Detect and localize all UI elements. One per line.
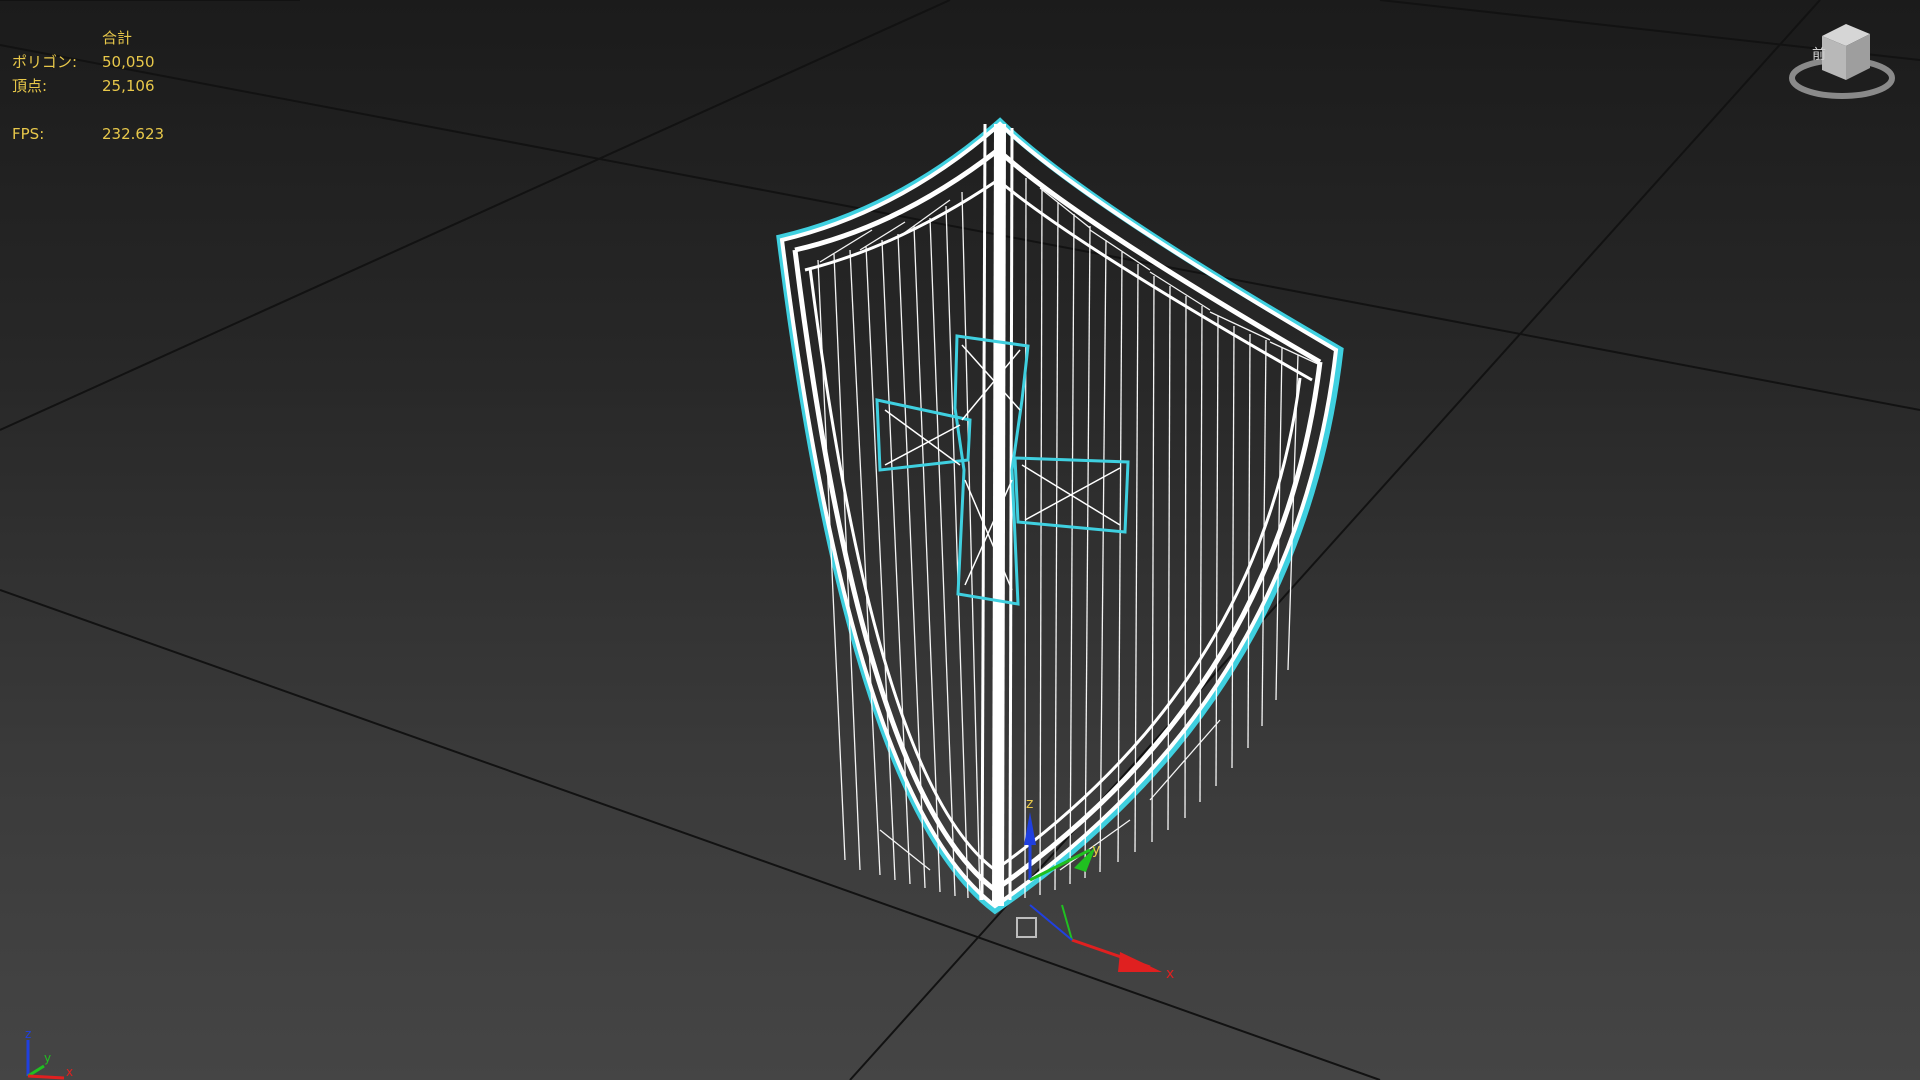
- axis-tripod-icon: z y x: [25, 1028, 73, 1080]
- scene-canvas[interactable]: x y z: [0, 0, 1920, 1080]
- shield-selection-outline[interactable]: [776, 117, 1344, 915]
- pivot-box-icon[interactable]: [1016, 917, 1037, 938]
- viewcube-front-label: 前: [1812, 47, 1826, 63]
- stats-polygons-label: ポリゴン:: [12, 53, 78, 71]
- stats-polygons-value: 50,050: [102, 53, 155, 71]
- tripod-x-label: x: [66, 1065, 73, 1079]
- gizmo-x-label: x: [1166, 966, 1174, 982]
- stats-vertices-value: 25,106: [102, 77, 155, 95]
- stats-fps-value: 232.623: [102, 125, 165, 143]
- tripod-y-label: y: [44, 1051, 51, 1065]
- viewport-perspective[interactable]: x y z 合計 ポリゴン: 50,050 頂点: 25,106 FPS: 23…: [0, 0, 1920, 1080]
- shield-wireframe[interactable]: [779, 121, 1339, 909]
- gizmo-y-label: y: [1092, 842, 1100, 858]
- stats-header: 合計: [102, 29, 133, 47]
- tripod-z-label: z: [25, 1028, 31, 1041]
- stats-fps-label: FPS:: [12, 125, 45, 143]
- gizmo-z-label: z: [1026, 796, 1033, 812]
- viewcube-icon[interactable]: [1788, 18, 1898, 108]
- stats-vertices-label: 頂点:: [12, 77, 48, 95]
